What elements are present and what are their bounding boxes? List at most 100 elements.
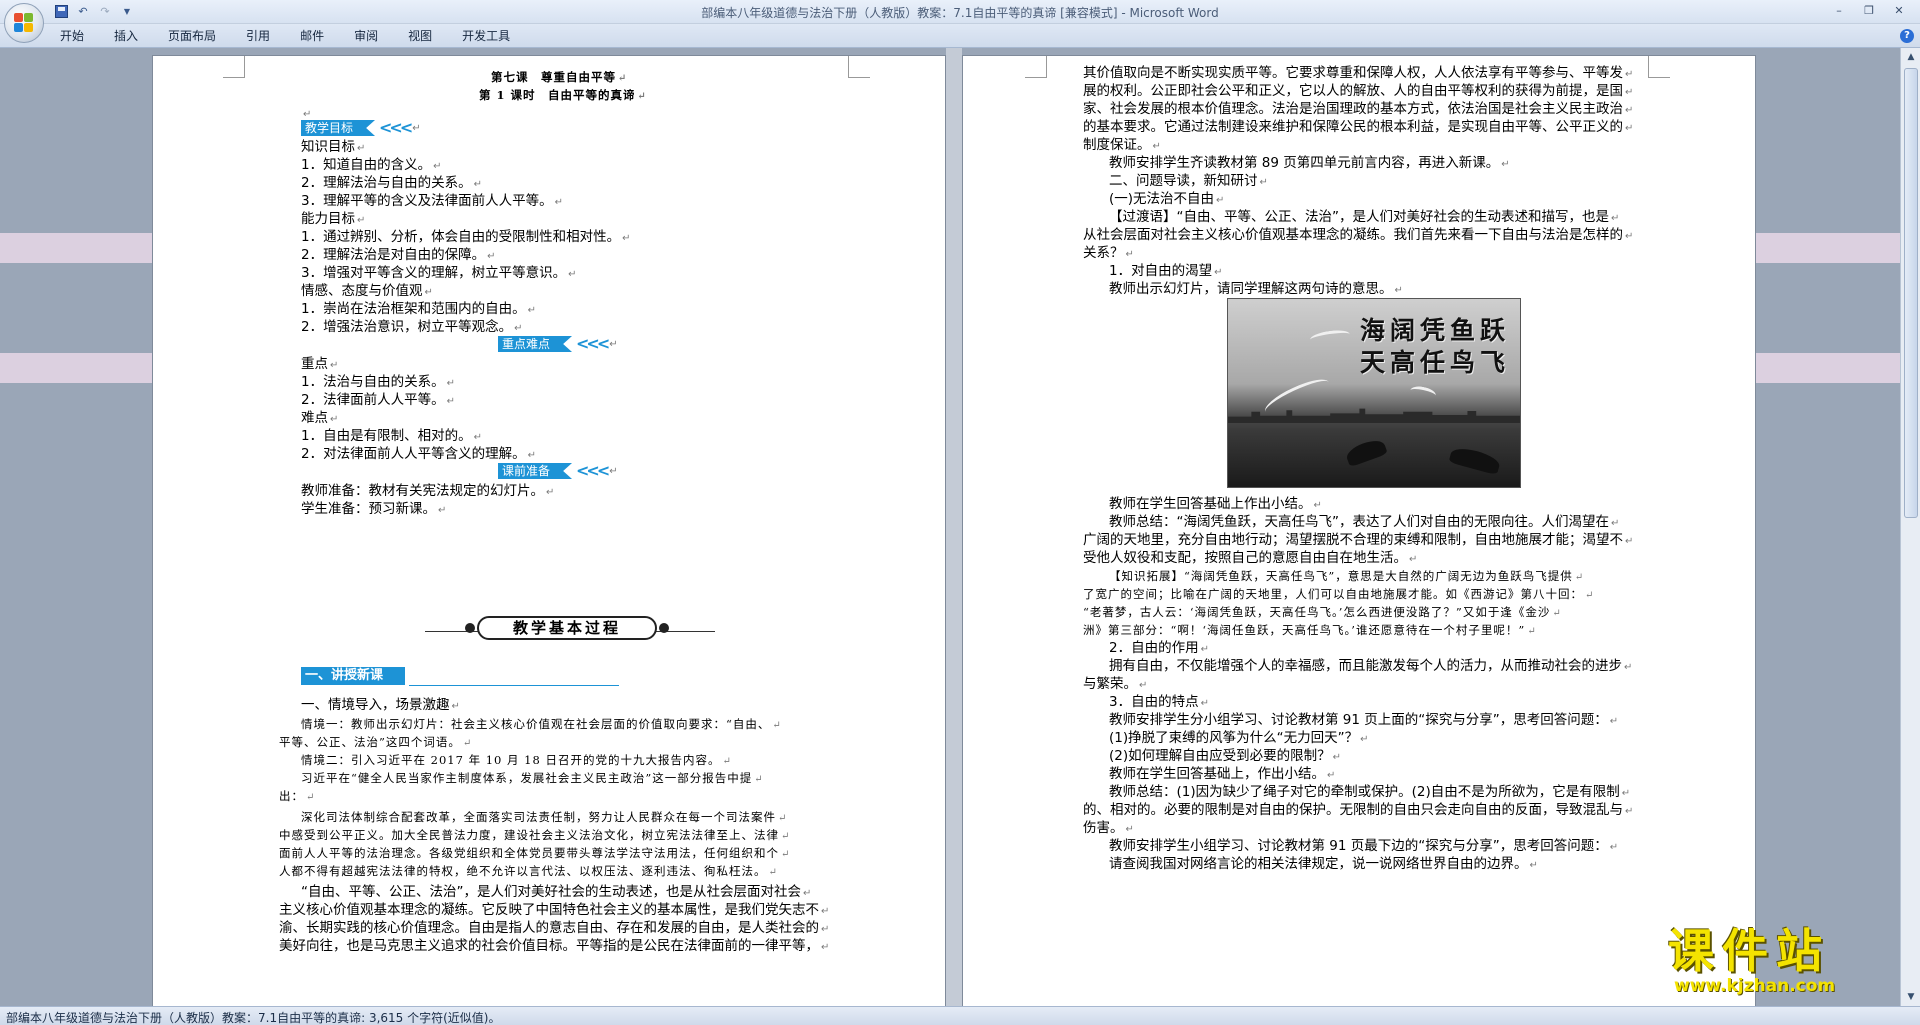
tab-insert[interactable]: 插入: [99, 28, 153, 44]
paragraph: 广阔的天地里，充分自由地行动；渴望摆脱不合理的束缚和限制，自由地施展才能；渴望不…: [1083, 532, 1634, 548]
section-heading: 一、讲授新课: [301, 667, 621, 687]
paragraph: 的基本要求。它通过法制建设来维护和保障公民的根本利益，是实现自由平等、公平正义的…: [1083, 119, 1634, 135]
watermark: 课件站 www.kjzhan.com: [1668, 926, 1908, 1006]
paragraph: 学生准备：预习新课。 ↵: [301, 501, 447, 517]
paragraph: 渝、长期实践的核心价值理念。自由是指人的意志自由、存在和发展的自由，是人类社会的…: [279, 920, 830, 936]
chevron-left-icon: <<<: [576, 461, 610, 480]
paragraph: 2．理解法治是对自由的保障。 ↵: [301, 247, 496, 263]
scrollbar-thumb[interactable]: [1904, 68, 1918, 518]
period-title: 第 1 课时 自由平等的真谛 ↵: [479, 88, 647, 102]
office-button[interactable]: [4, 3, 44, 43]
tab-developer[interactable]: 开发工具: [447, 28, 525, 44]
paragraph: 难点 ↵: [301, 410, 339, 426]
paragraph: 3．增强对平等含义的理解，树立平等意识。 ↵: [301, 265, 577, 281]
paragraph: 教师安排学生分小组学习、讨论教材第 91 页上面的“探究与分享”，思考回答问题：…: [1109, 712, 1619, 728]
paragraph: 拥有自由，不仅能增强个人的幸福感，而且能激发每个人的活力，从而推动社会的进步 ↵: [1109, 658, 1633, 674]
status-text: 部编本八年级道德与法治下册（人教版）教案：7.1自由平等的真谛: 3,615 个…: [6, 1011, 501, 1025]
scroll-up-icon[interactable]: ▲: [1904, 50, 1918, 64]
process-title: 教学基本过程: [477, 616, 657, 640]
section-one-label: 一、讲授新课: [301, 667, 405, 685]
help-icon[interactable]: ?: [1900, 29, 1914, 43]
paragraph: 主义核心价值观基本理念的凝练。它反映了中国特色社会主义的基本属性，是我们党矢志不…: [279, 902, 830, 918]
paragraph: 【过渡语】“自由、平等、公正、法治”，是人们对美好社会的生动表述和描写，也是 ↵: [1109, 209, 1620, 225]
paragraph: 1．通过辨别、分析，体会自由的受限制性和相对性。 ↵: [301, 229, 631, 245]
chevron-left-icon: <<<: [576, 334, 610, 353]
paragraph: 教师准备：教材有关宪法规定的幻灯片。 ↵: [301, 483, 555, 499]
tab-references[interactable]: 引用: [231, 28, 285, 44]
heading-key-points: 重点难点 <<< ↵: [498, 336, 618, 352]
paragraph: 教师在学生回答基础上作出小结。 ↵: [1109, 496, 1322, 512]
paragraph: 家、社会发展的根本价值理念。法治是治国理政的基本方式，依法治国是社会主义民主政治…: [1083, 101, 1634, 117]
paragraph: 与繁荣。 ↵: [1083, 676, 1148, 692]
paragraph: 了宽广的空间；比喻在广阔的天地里，人们可以自由地施展才能。如《西游记》第八十回：…: [1083, 587, 1595, 601]
paragraph: 教师安排学生小组学习、讨论教材第 91 页最下边的“探究与分享”，思考回答问题：…: [1109, 838, 1619, 854]
paragraph: 1．法治与自由的关系。 ↵: [301, 374, 455, 390]
paragraph: 1．自由是有限制、相对的。 ↵: [301, 428, 482, 444]
paragraph: 深化司法体制综合配套改革，全面落实司法责任制，努力让人民群众在每一个司法案件 ↵: [301, 810, 788, 824]
paragraph: 展的权利。公正即社会公平和正义，它以人的解放、人的自由平等权利的获得为前提，是国…: [1083, 83, 1634, 99]
paragraph: 教师安排学生齐读教材第 89 页第四单元前言内容，再进入新课。 ↵: [1109, 155, 1510, 171]
paragraph: 习近平在“健全人民当家作主制度体系，发展社会主义民主政治”这一部分报告中提 ↵: [301, 771, 764, 785]
paragraph: 情境二：引入习近平在 2017 年 10 月 18 日召开的党的十九大报告内容。…: [301, 753, 732, 767]
paragraph: (一)无法治不自由 ↵: [1109, 191, 1225, 207]
crop-mark: [1648, 56, 1670, 78]
paragraph: “自由、平等、公正、法治”，是人们对美好社会的生动表述，也是从社会层面对社会 ↵: [301, 884, 812, 900]
paragraph: 出： ↵: [279, 789, 316, 803]
paragraph: 面前人人平等的法治理念。各级党组织和全体党员要带头尊法学法守法用法，任何组织和个…: [279, 846, 791, 860]
crop-mark: [1025, 56, 1047, 78]
restore-button[interactable]: ❐: [1854, 2, 1884, 20]
paragraph: 伤害。 ↵: [1083, 820, 1134, 836]
paragraph: 情感、态度与价值观 ↵: [301, 283, 433, 299]
tab-mailings[interactable]: 邮件: [285, 28, 339, 44]
crop-mark: [223, 56, 245, 78]
heading-label: 重点难点: [498, 336, 573, 352]
paragraph: (2)如何理解自由应受到必要的限制？ ↵: [1109, 748, 1342, 764]
heading-teaching-goals: 教学目标 <<< ↵: [301, 120, 421, 136]
heading-label: 教学目标: [301, 120, 376, 136]
paragraph: (1)挣脱了束缚的风筝为什么“无力回天”？ ↵: [1109, 730, 1369, 746]
tab-page-layout[interactable]: 页面布局: [153, 28, 231, 44]
process-banner: 教学基本过程: [425, 616, 715, 640]
document-page-left[interactable]: 第七课 尊重自由平等 ↵ 第 1 课时 自由平等的真谛 ↵ ↵ 教学目标 <<< ↵ …: [152, 55, 946, 1006]
poem-line-2: 天高任鸟飞: [1360, 348, 1511, 377]
paragraph: 人都不得有超越宪法法律的特权，绝不允许以言代法、以权压法、逐利违法、徇私枉法。 ↵: [279, 864, 778, 878]
paragraph: 2．对法律面前人人平等含义的理解。 ↵: [301, 446, 536, 462]
paragraph: 教师在学生回答基础上，作出小结。 ↵: [1109, 766, 1336, 782]
lesson-title: 第七课 尊重自由平等 ↵: [491, 70, 628, 84]
paragraph: 【知识拓展】“海阔凭鱼跃，天高任鸟飞”，意思是大自然的广阔无边为鱼跃鸟飞提供 ↵: [1109, 569, 1585, 583]
paragraph: 重点 ↵: [301, 356, 339, 372]
paragraph: 2．自由的作用 ↵: [1109, 640, 1209, 656]
paragraph: 教师出示幻灯片，请同学理解这两句诗的意思。 ↵: [1109, 281, 1403, 297]
tab-view[interactable]: 视图: [393, 28, 447, 44]
watermark-url: www.kjzhan.com: [1674, 976, 1836, 996]
paragraph: 的、相对的。必要的限制是对自由的保护。无限制的自由只会走向自由的反面，导致混乱与…: [1083, 802, 1634, 818]
watermark-title: 课件站: [1668, 924, 1830, 978]
paragraph: 关系？ ↵: [1083, 245, 1134, 261]
paragraph: 其价值取向是不断实现实质平等。它要求尊重和保障人权，人人依法享有平等参与、平等发…: [1083, 65, 1634, 81]
title-bar: ↶ ↷ ▼ 部编本八年级道德与法治下册（人教版）教案：7.1自由平等的真谛 [兼…: [0, 0, 1920, 24]
page-gap: [946, 48, 962, 1006]
paragraph: 制度保证。 ↵: [1083, 137, 1161, 153]
paragraph: 情境一：教师出示幻灯片：社会主义核心价值观在社会层面的价值取向要求：“自由、 ↵: [301, 717, 782, 731]
paragraph: 3．自由的特点 ↵: [1109, 694, 1209, 710]
paragraph: 一、情境导入，场景激趣 ↵: [301, 697, 460, 713]
paragraph: 美好向往，也是马克思主义追求的社会价值目标。平等指的是公民在法律面前的一律平等，…: [279, 938, 830, 954]
poem-image: 海阔凭鱼跃 天高任鸟飞: [1227, 298, 1521, 488]
minimize-button[interactable]: –: [1824, 2, 1854, 20]
paragraph: 知识目标 ↵: [301, 139, 366, 155]
vertical-scrollbar[interactable]: ▲ ▼: [1900, 48, 1920, 1006]
office-logo-icon: [14, 13, 34, 33]
tab-review[interactable]: 审阅: [339, 28, 393, 44]
close-button[interactable]: ✕: [1884, 2, 1914, 20]
paragraph: 2．增强法治意识，树立平等观念。 ↵: [301, 319, 523, 335]
paragraph: 2．理解法治与自由的关系。 ↵: [301, 175, 482, 191]
heading-preparation: 课前准备 <<< ↵: [498, 463, 618, 479]
paragraph: 3．理解平等的含义及法律面前人人平等。 ↵: [301, 193, 563, 209]
ribbon: 开始 插入 页面布局 引用 邮件 审阅 视图 开发工具 ?: [0, 24, 1920, 48]
tab-home[interactable]: 开始: [60, 28, 99, 44]
poem-line-1: 海阔凭鱼跃: [1360, 316, 1511, 345]
document-page-right[interactable]: 其价值取向是不断实现实质平等。它要求尊重和保障人权，人人依法享有平等参与、平等发…: [962, 55, 1756, 1006]
paragraph: 二、问题导读，新知研讨 ↵: [1109, 173, 1268, 189]
paragraph: 请查阅我国对网络言论的相关法律规定，说一说网络世界自由的边界。 ↵: [1109, 856, 1538, 872]
paragraph: 1．崇尚在法治框架和范围内的自由。 ↵: [301, 301, 536, 317]
